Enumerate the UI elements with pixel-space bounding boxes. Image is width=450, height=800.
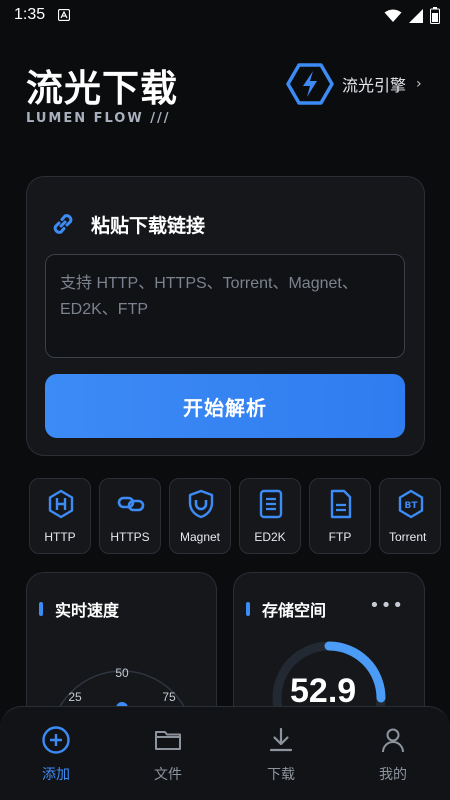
storage-card-header: 存储空间 [246, 597, 326, 621]
protocol-http[interactable]: HTTP [29, 478, 91, 554]
protocol-magnet[interactable]: Magnet [169, 478, 231, 554]
nav-item-add[interactable]: 添加 [11, 707, 101, 800]
document-icon [259, 489, 283, 519]
protocol-torrent[interactable]: BT Torrent [379, 478, 441, 554]
protocol-ed2k[interactable]: ED2K [239, 478, 301, 554]
accent-bar [246, 602, 250, 616]
protocol-list: HTTP HTTPS Magnet ED2K FTP BT Torrent [29, 478, 450, 554]
protocol-label: Magnet [179, 530, 221, 544]
bt-icon: BT [398, 489, 424, 519]
storage-card-title: 存储空间 [262, 601, 327, 620]
protocol-label: ED2K [254, 530, 286, 544]
url-input[interactable] [60, 271, 390, 341]
speed-card-header: 实时速度 [39, 597, 119, 621]
magnet-shield-icon [188, 489, 214, 519]
engine-label: 流光引擎 [342, 76, 407, 95]
nav-item-profile[interactable]: 我的 [348, 707, 438, 800]
app-subtitle: LUMEN FLOW /// [26, 111, 171, 126]
chevron-right-icon: › [416, 76, 422, 92]
lightning-hexagon-icon [286, 63, 334, 105]
app-title: 流光下载 [26, 67, 178, 110]
link-icon [117, 496, 145, 512]
nav-label: 添加 [42, 767, 70, 783]
paste-card-header: 粘贴下载链接 [49, 210, 205, 238]
speed-scale-label: 50 [115, 666, 129, 680]
nav-label: 下载 [267, 767, 295, 783]
status-icons [384, 7, 440, 24]
protocol-label: Torrent [389, 530, 427, 544]
protocol-label: HTTP [44, 530, 76, 544]
protocol-https[interactable]: HTTPS [99, 478, 161, 554]
link-icon [53, 214, 73, 234]
engine-button[interactable]: 流光引擎 › [286, 62, 422, 106]
download-icon [269, 727, 293, 752]
nav-item-files[interactable]: 文件 [123, 707, 213, 800]
speed-card-title: 实时速度 [55, 601, 120, 620]
url-input-box [45, 254, 405, 358]
speed-scale-label: 75 [162, 690, 176, 704]
bottom-navigation: 添加 文件 下载 我的 [0, 706, 450, 800]
app-notification-icon [58, 9, 70, 21]
protocol-ftp[interactable]: FTP [309, 478, 371, 554]
start-parse-button[interactable]: 开始解析 [45, 374, 405, 438]
signal-icon [409, 8, 423, 23]
folder-icon [155, 731, 181, 750]
protocol-label: FTP [328, 530, 352, 544]
wifi-icon [384, 9, 402, 22]
status-bar: 1:35 [0, 0, 450, 32]
more-icon[interactable]: ••• [369, 595, 404, 616]
http-hexagon-icon [48, 489, 74, 519]
accent-bar [39, 602, 43, 616]
battery-icon [430, 7, 440, 24]
protocol-label: HTTPS [110, 530, 150, 544]
speed-scale-label: 25 [68, 690, 82, 704]
status-time: 1:35 [14, 6, 46, 23]
nav-item-downloads[interactable]: 下载 [236, 707, 326, 800]
add-circle-icon [42, 726, 70, 754]
user-icon [382, 728, 404, 753]
file-icon [330, 489, 352, 519]
paste-card-title: 粘贴下载链接 [91, 214, 206, 237]
nav-label: 文件 [154, 767, 182, 783]
svg-text:BT: BT [405, 501, 419, 511]
paste-link-card: 粘贴下载链接 开始解析 [26, 176, 425, 456]
nav-label: 我的 [379, 767, 407, 783]
